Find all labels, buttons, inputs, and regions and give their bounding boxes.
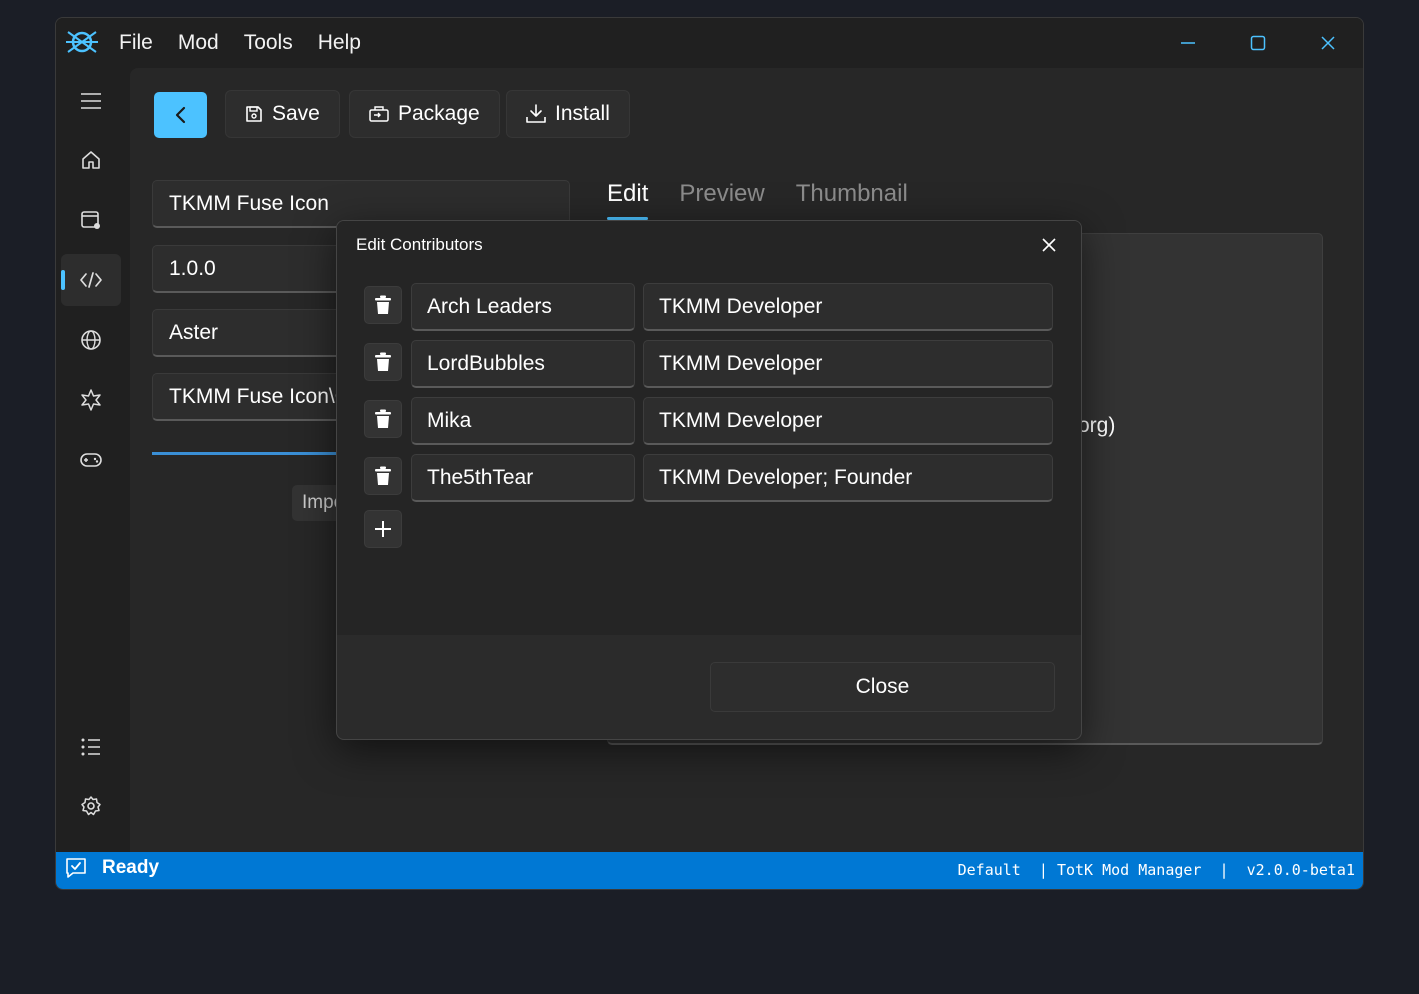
edit-contributors-dialog: Edit Contributors Arch Leaders TKMM Deve…	[336, 220, 1082, 740]
contributor-name-input[interactable]: Mika	[411, 397, 635, 445]
status-version: | v2.0.0-beta1	[1210, 861, 1355, 879]
menu-tools[interactable]: Tools	[244, 31, 305, 55]
add-contributor-button[interactable]	[364, 510, 402, 548]
library-icon	[81, 211, 100, 229]
status-app-name: | TotK Mod Manager	[1029, 861, 1211, 879]
star-burst-icon	[81, 389, 101, 411]
contributor-role-input[interactable]: TKMM Developer	[643, 397, 1053, 445]
status-profile: Default	[957, 861, 1030, 879]
save-icon	[246, 106, 262, 122]
editor-tabs: Edit Preview Thumbnail	[607, 180, 908, 220]
globe-icon	[81, 330, 101, 350]
contributor-name-input[interactable]: The5thTear	[411, 454, 635, 502]
dialog-close-x-button[interactable]	[1037, 233, 1061, 257]
trash-icon	[375, 352, 391, 371]
delete-contributor-button[interactable]	[364, 400, 402, 438]
delete-contributor-button[interactable]	[364, 286, 402, 324]
save-button[interactable]: Save	[225, 90, 340, 138]
contributor-role-input[interactable]: TKMM Developer	[643, 340, 1053, 388]
minimize-button[interactable]	[1153, 18, 1223, 68]
menu-file[interactable]: File	[119, 31, 165, 55]
contributor-name-input[interactable]: LordBubbles	[411, 340, 635, 388]
package-icon	[369, 106, 389, 122]
install-button[interactable]: Install	[506, 90, 630, 138]
delete-contributor-button[interactable]	[364, 343, 402, 381]
dialog-title: Edit Contributors	[356, 235, 483, 254]
gear-icon	[81, 796, 101, 816]
package-label: Package	[398, 102, 480, 125]
sidebar-item-developer[interactable]	[61, 254, 121, 306]
hamburger-icon	[81, 93, 101, 109]
menu-help[interactable]: Help	[318, 31, 373, 55]
trash-icon	[375, 409, 391, 428]
back-button[interactable]	[154, 92, 207, 138]
menu-bar: File Mod Tools Help	[119, 31, 386, 55]
minimize-icon	[1181, 42, 1195, 44]
code-icon	[80, 272, 102, 288]
status-bar: Ready Default | TotK Mod Manager | v2.0.…	[56, 852, 1363, 889]
options-divider	[152, 452, 352, 455]
sidebar	[56, 68, 130, 852]
menu-mod[interactable]: Mod	[178, 31, 231, 55]
tab-edit[interactable]: Edit	[607, 180, 649, 220]
sidebar-item-home[interactable]	[61, 134, 121, 186]
close-window-button[interactable]	[1293, 18, 1363, 68]
maximize-button[interactable]	[1223, 18, 1293, 68]
dialog-body: Edit Contributors Arch Leaders TKMM Deve…	[337, 221, 1081, 635]
editor-visible-text: org)	[1078, 414, 1116, 437]
hamburger-menu-button[interactable]	[61, 75, 121, 127]
sidebar-item-emulators[interactable]	[61, 434, 121, 486]
close-icon	[1042, 238, 1056, 252]
save-label: Save	[272, 102, 320, 125]
sidebar-item-settings[interactable]	[61, 780, 121, 832]
sidebar-item-gamebanana[interactable]	[61, 374, 121, 426]
app-logo-icon	[66, 31, 98, 53]
home-icon	[82, 151, 100, 169]
status-check-icon	[66, 858, 86, 878]
install-label: Install	[555, 102, 610, 125]
close-dialog-button[interactable]: Close	[710, 662, 1055, 712]
list-icon	[81, 738, 100, 756]
delete-contributor-button[interactable]	[364, 457, 402, 495]
install-icon	[526, 104, 546, 123]
sidebar-item-online[interactable]	[61, 314, 121, 366]
trash-icon	[375, 295, 391, 314]
maximize-icon	[1250, 35, 1266, 51]
sidebar-item-logs[interactable]	[61, 721, 121, 773]
gamepad-icon	[80, 453, 102, 467]
tab-preview[interactable]: Preview	[679, 180, 764, 208]
package-button[interactable]: Package	[349, 90, 500, 138]
title-bar: File Mod Tools Help	[56, 18, 1363, 68]
plus-icon	[375, 521, 391, 537]
sidebar-item-library[interactable]	[61, 194, 121, 246]
status-text: Ready	[102, 857, 160, 878]
contributor-role-input[interactable]: TKMM Developer; Founder	[643, 454, 1053, 502]
close-icon	[1321, 36, 1335, 50]
contributor-role-input[interactable]: TKMM Developer	[643, 283, 1053, 331]
chevron-left-icon	[175, 106, 185, 124]
tab-thumbnail[interactable]: Thumbnail	[796, 180, 908, 208]
contributor-name-input[interactable]: Arch Leaders	[411, 283, 635, 331]
trash-icon	[375, 466, 391, 485]
